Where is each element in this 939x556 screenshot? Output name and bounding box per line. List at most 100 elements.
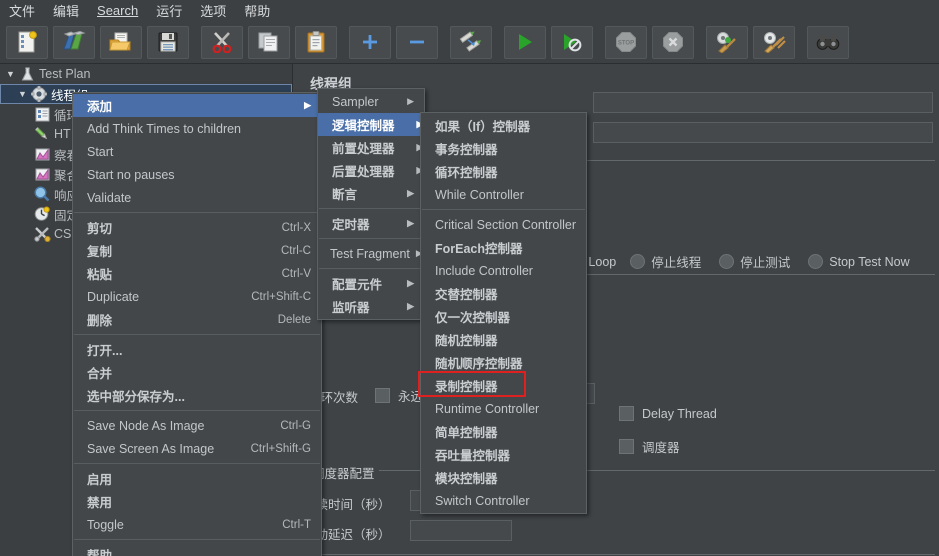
forever-checkbox[interactable] [375, 388, 390, 403]
menu-item-delete[interactable]: 删除 Delete [73, 308, 321, 331]
menu-item-copy[interactable]: 复制 Ctrl-C [73, 239, 321, 262]
radio-stop-thread[interactable] [630, 254, 646, 269]
cut-button[interactable] [201, 25, 243, 59]
menu-item-start[interactable]: Start [73, 140, 321, 163]
controller-item-random-order[interactable]: 随机顺序控制器 [421, 351, 586, 374]
controller-item-module[interactable]: 模块控制器 [421, 466, 586, 489]
radio-stop-test[interactable] [719, 254, 735, 269]
menu-item-help[interactable]: 帮助 [73, 543, 321, 556]
chevron-right-icon: ▶ [407, 96, 414, 106]
new-button[interactable] [6, 25, 48, 59]
submenu-item-timer[interactable]: 定时器 ▶ [318, 212, 424, 235]
search-tree-button[interactable] [807, 25, 849, 59]
controller-item-foreach[interactable]: ForEach控制器 [421, 236, 586, 259]
clear-all-button[interactable] [753, 25, 795, 59]
menu-item-enable[interactable]: 启用 [73, 467, 321, 490]
toggle-button[interactable] [450, 25, 492, 59]
menu-search[interactable]: Search [88, 1, 147, 21]
http-sampler-pen-icon [32, 126, 52, 143]
menu-item-disable[interactable]: 禁用 [73, 490, 321, 513]
menu-options[interactable]: 选项 [191, 0, 235, 23]
radio-stop-test-now-label: Stop Test Now [829, 254, 910, 269]
controller-item-once-only[interactable]: 仅一次控制器 [421, 305, 586, 328]
controller-item-simple[interactable]: 简单控制器 [421, 420, 586, 443]
open-button[interactable] [100, 25, 142, 59]
new-document-icon [17, 31, 37, 53]
radio-stop-test-now[interactable] [808, 254, 824, 269]
controller-item-switch[interactable]: Switch Controller [421, 489, 586, 512]
delay-thread-checkbox-row[interactable]: Delay Thread [619, 406, 717, 421]
menu-item-start-no-pauses[interactable]: Start no pauses [73, 163, 321, 186]
open-folder-icon [109, 32, 133, 52]
menu-item-label: Runtime Controller [435, 401, 540, 416]
submenu-item-test-fragment[interactable]: Test Fragment ▶ [318, 242, 424, 265]
menu-item-toggle[interactable]: Toggle Ctrl-T [73, 513, 321, 536]
expand-all-button[interactable] [349, 25, 391, 59]
start-button[interactable] [504, 25, 546, 59]
paste-button[interactable] [295, 25, 337, 59]
forever-checkbox-row[interactable]: 永远 [375, 386, 423, 405]
submenu-item-listener[interactable]: 监听器 ▶ [318, 295, 424, 318]
controller-item-include[interactable]: Include Controller [421, 259, 586, 282]
tree-node-label: HT [54, 127, 71, 141]
menu-item-label: Include Controller [435, 263, 533, 278]
submenu-item-pre-processor[interactable]: 前置处理器 ▶ [318, 136, 424, 159]
menu-item-add-think-times[interactable]: Add Think Times to children [73, 117, 321, 140]
submenu-item-logic-controller[interactable]: 逻辑控制器 ▶ [318, 113, 424, 136]
menu-item-label: Critical Section Controller [435, 217, 577, 232]
controller-item-random[interactable]: 随机控制器 [421, 328, 586, 351]
menu-item-cut[interactable]: 剪切 Ctrl-X [73, 216, 321, 239]
menu-item-save-selection-as[interactable]: 选中部分保存为... [73, 384, 321, 407]
name-field[interactable] [593, 92, 933, 113]
comments-field[interactable] [593, 122, 933, 143]
menu-edit[interactable]: 编辑 [44, 0, 88, 23]
menu-item-merge[interactable]: 合并 [73, 361, 321, 384]
menu-item-duplicate[interactable]: Duplicate Ctrl+Shift-C [73, 285, 321, 308]
radio-stop-thread-label: 停止线程 [651, 256, 702, 270]
templates-button[interactable] [53, 25, 95, 59]
scheduler-checkbox-row[interactable]: 调度器 [619, 437, 680, 456]
collapse-all-button[interactable] [396, 25, 438, 59]
view-results-tree-icon [32, 146, 52, 163]
controller-item-if[interactable]: 如果（If）控制器 [421, 114, 586, 137]
controller-item-while[interactable]: While Controller [421, 183, 586, 206]
twisty-icon[interactable]: ▼ [16, 89, 29, 99]
submenu-item-sampler[interactable]: Sampler ▶ [318, 90, 424, 113]
menu-item-save-node-as-image[interactable]: Save Node As Image Ctrl-G [73, 414, 321, 437]
clear-button[interactable] [706, 25, 748, 59]
controller-item-recording[interactable]: 录制控制器 [421, 374, 586, 397]
menu-item-add[interactable]: 添加 ▶ [73, 94, 321, 117]
menu-item-save-screen-as-image[interactable]: Save Screen As Image Ctrl+Shift-G [73, 437, 321, 460]
node-context-menu[interactable]: 添加 ▶ Add Think Times to children Start S… [72, 92, 322, 556]
add-submenu[interactable]: Sampler ▶ 逻辑控制器 ▶ 前置处理器 ▶ 后置处理器 ▶ 断言 ▶ 定… [317, 88, 425, 320]
shutdown-button[interactable] [652, 25, 694, 59]
tree-node-test-plan[interactable]: ▼ Test Plan [0, 64, 292, 84]
menu-help[interactable]: 帮助 [235, 0, 279, 23]
startup-delay-field[interactable] [410, 520, 512, 541]
menu-item-open[interactable]: 打开... [73, 338, 321, 361]
controller-item-transaction[interactable]: 事务控制器 [421, 137, 586, 160]
menu-item-accelerator: Ctrl-V [281, 267, 311, 280]
scheduler-checkbox[interactable] [619, 439, 634, 454]
save-button[interactable] [147, 25, 189, 59]
controller-item-loop[interactable]: 循环控制器 [421, 160, 586, 183]
submenu-item-assertion[interactable]: 断言 ▶ [318, 182, 424, 205]
logic-controller-submenu[interactable]: 如果（If）控制器 事务控制器 循环控制器 While Controller C… [420, 112, 587, 514]
submenu-item-post-processor[interactable]: 后置处理器 ▶ [318, 159, 424, 182]
controller-item-critical-section[interactable]: Critical Section Controller [421, 213, 586, 236]
controller-item-interleave[interactable]: 交替控制器 [421, 282, 586, 305]
delay-thread-checkbox[interactable] [619, 406, 634, 421]
menu-run[interactable]: 运行 [147, 0, 191, 23]
menu-item-validate[interactable]: Validate [73, 186, 321, 209]
menu-file[interactable]: 文件 [0, 0, 44, 23]
menu-item-paste[interactable]: 粘贴 Ctrl-V [73, 262, 321, 285]
shutdown-octagon-icon [662, 31, 684, 53]
controller-item-runtime[interactable]: Runtime Controller [421, 397, 586, 420]
error-action-row: d Loop 停止线程 停止测试 Stop Test Now [578, 252, 928, 271]
stop-button[interactable]: STOP [605, 25, 647, 59]
start-no-pauses-button[interactable] [551, 25, 593, 59]
submenu-item-config-element[interactable]: 配置元件 ▶ [318, 272, 424, 295]
copy-button[interactable] [248, 25, 290, 59]
twisty-icon[interactable]: ▼ [4, 69, 17, 79]
controller-item-throughput[interactable]: 吞吐量控制器 [421, 443, 586, 466]
